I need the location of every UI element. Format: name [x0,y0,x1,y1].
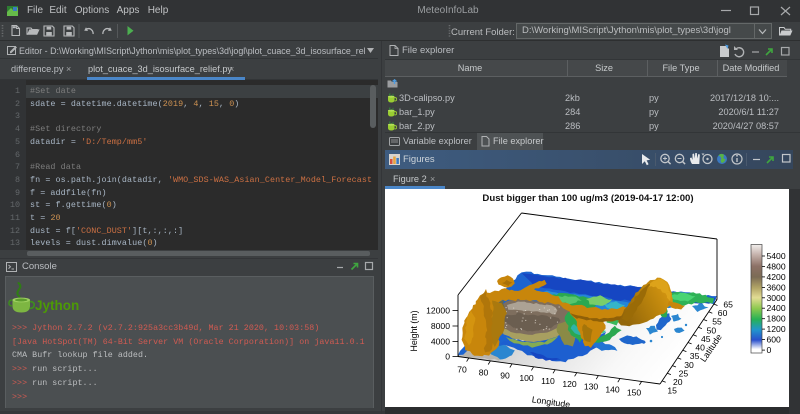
svg-text:1200: 1200 [767,324,786,334]
svg-text:30: 30 [684,360,694,370]
svg-text:80: 80 [479,368,489,378]
svg-text:65: 65 [723,300,733,310]
svg-text:25: 25 [679,369,689,379]
svg-text:0: 0 [445,352,450,362]
svg-text:15: 15 [667,386,677,396]
svg-text:8000: 8000 [431,321,450,331]
svg-text:55: 55 [712,317,722,327]
svg-text:0: 0 [767,345,772,355]
svg-text:12000: 12000 [426,306,450,316]
svg-text:3000: 3000 [767,293,786,303]
svg-text:5400: 5400 [767,251,786,261]
svg-text:2400: 2400 [767,303,786,313]
svg-text:100: 100 [519,373,534,383]
svg-text:1800: 1800 [767,314,786,324]
svg-text:35: 35 [690,351,700,361]
svg-text:3600: 3600 [767,282,786,292]
svg-text:Dust bigger than 100 ug/m3 (20: Dust bigger than 100 ug/m3 (2019-04-17 1… [482,193,693,204]
svg-text:4000: 4000 [431,337,450,347]
svg-text:70: 70 [457,365,467,375]
svg-text:600: 600 [767,335,782,345]
svg-text:140: 140 [605,385,620,395]
svg-text:4200: 4200 [767,272,786,282]
svg-text:130: 130 [584,382,599,392]
svg-text:Height (m): Height (m) [409,310,419,351]
svg-text:120: 120 [562,379,577,389]
svg-text:150: 150 [627,387,642,397]
svg-text:110: 110 [541,376,555,386]
svg-text:Jython: Jython [35,298,79,313]
svg-text:20: 20 [673,377,683,387]
svg-text:60: 60 [718,308,728,318]
svg-text:90: 90 [500,370,510,380]
svg-text:4800: 4800 [767,261,786,271]
